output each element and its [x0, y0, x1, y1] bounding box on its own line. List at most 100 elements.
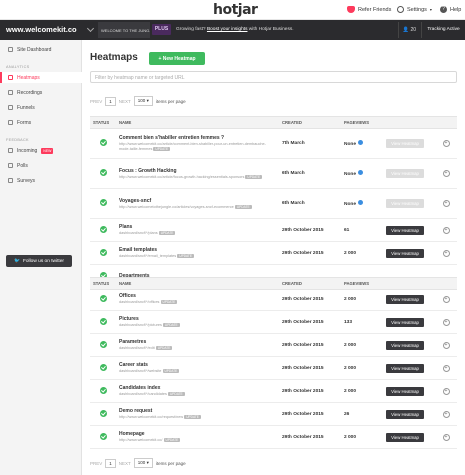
add-circle-icon[interactable]: + [442, 140, 450, 147]
heatmap-name[interactable]: Candidates index [119, 385, 276, 391]
view-heatmap-button[interactable]: View Heatmap [386, 386, 424, 396]
pageviews-column-header[interactable]: PAGEVIEWS [341, 277, 383, 290]
created-column-header[interactable]: CREATED [279, 116, 341, 129]
view-heatmap-button[interactable]: View Heatmap [386, 317, 424, 327]
view-heatmap-button[interactable]: View Heatmap [386, 248, 424, 258]
name-column-header[interactable]: NAME [116, 116, 279, 129]
settings-menu[interactable]: Settings ▾ [397, 6, 432, 13]
sidebar-item-forms[interactable]: Forms [0, 117, 82, 128]
info-icon[interactable] [358, 140, 363, 145]
page-number[interactable]: 1 [105, 458, 116, 468]
table-row[interactable]: Homepage http://www.welcomekit.co/ UPDATE… [90, 425, 457, 449]
more-cell: + [435, 218, 457, 242]
status-column-header[interactable]: STATUS [90, 277, 116, 290]
view-heatmap-button[interactable]: View Heatmap [386, 409, 424, 419]
view-heatmap-button[interactable]: View Heatmap [386, 340, 424, 350]
promo-link[interactable]: Boost your insights [207, 27, 248, 32]
add-circle-icon[interactable]: + [442, 170, 450, 177]
table-row[interactable]: Demo request http://www.welcomekit.co/req… [90, 402, 457, 426]
add-circle-icon[interactable]: + [442, 249, 450, 257]
heatmap-name[interactable]: Focus : Growth Hacking [119, 168, 276, 174]
table-row[interactable]: Offices dashboard/sncf/*/offices UPDATE 29… [90, 287, 457, 311]
view-heatmap-button[interactable]: View Heatmap [386, 169, 424, 178]
update-badge[interactable]: UPDATE [184, 415, 201, 419]
add-circle-icon[interactable]: + [442, 387, 450, 395]
add-circle-icon[interactable]: + [442, 433, 450, 441]
table-row[interactable]: Voyages-sncf http://www.welcometothejungl… [90, 188, 457, 219]
new-heatmap-button[interactable]: + New Heatmap [149, 52, 205, 65]
view-heatmap-button[interactable]: View Heatmap [386, 225, 424, 235]
info-icon[interactable] [358, 200, 363, 205]
heatmap-name[interactable]: Parametres [119, 339, 276, 345]
search-input[interactable]: Filter by heatmap name or targeted URL [90, 71, 457, 83]
sidebar-item-incoming[interactable]: Incoming NEW [0, 145, 82, 156]
update-badge[interactable]: UPDATE [167, 392, 185, 396]
heatmap-name[interactable]: Demo request [119, 408, 276, 414]
help-menu[interactable]: ? Help [440, 6, 461, 13]
update-badge[interactable]: UPDATE [155, 346, 173, 350]
heatmap-name[interactable]: Voyages-sncf [119, 198, 276, 204]
add-circle-icon[interactable]: + [442, 200, 450, 207]
heatmap-name[interactable]: Plans [119, 224, 276, 230]
view-heatmap-button[interactable]: View Heatmap [386, 432, 424, 442]
update-badge[interactable]: UPDATE [177, 254, 194, 258]
table-row[interactable]: Email templates dashboard/sncf/*/email_te… [90, 241, 457, 265]
table-row[interactable]: Plans dashboard/sncf/*/plans UPDATE 29th O… [90, 218, 457, 242]
site-selector[interactable]: www.welcomekit.co [6, 25, 77, 34]
refer-friends-link[interactable]: Refer Friends [347, 6, 391, 13]
heatmap-name[interactable]: Career stats [119, 362, 276, 368]
heatmap-name[interactable]: Offices [119, 293, 276, 299]
update-badge[interactable]: UPDATE [234, 204, 252, 209]
next-button[interactable]: NEXT [119, 99, 131, 104]
sidebar-item-dashboard[interactable]: Site Dashboard [0, 44, 82, 55]
add-circle-icon[interactable]: + [442, 410, 450, 418]
add-circle-icon[interactable]: + [442, 318, 450, 326]
chevron-down-icon[interactable] [86, 24, 95, 33]
table-row[interactable]: Comment bien s'habiller entretien femmes… [90, 128, 457, 159]
update-badge[interactable]: UPDATE [162, 369, 180, 373]
prev-button[interactable]: PREV [90, 99, 102, 104]
view-heatmap-button[interactable]: View Heatmap [386, 199, 424, 208]
view-heatmap-button[interactable]: View Heatmap [386, 294, 424, 304]
next-button[interactable]: NEXT [119, 461, 131, 466]
add-circle-icon[interactable]: + [442, 364, 450, 372]
sidebar-item-funnels[interactable]: Funnels [0, 102, 82, 113]
heatmap-name[interactable]: Email templates [119, 247, 276, 253]
page-number[interactable]: 1 [105, 96, 116, 106]
heatmap-name[interactable]: Comment bien s'habiller entretien femmes… [119, 135, 276, 141]
heatmap-name[interactable]: Pictures [119, 316, 276, 322]
update-badge[interactable]: UPDATE [153, 147, 171, 151]
view-heatmap-button[interactable]: View Heatmap [386, 363, 424, 373]
update-badge[interactable]: UPDATE [163, 438, 181, 442]
name-column-header[interactable]: NAME [116, 277, 279, 290]
sidebar-item-surveys[interactable]: Surveys [0, 175, 82, 186]
update-badge[interactable]: UPDATE [162, 323, 180, 327]
heatmap-name[interactable]: Homepage [119, 431, 276, 437]
table-row[interactable]: Focus : Growth Hacking http://www.welcome… [90, 158, 457, 189]
users-count[interactable]: 👤 20 [398, 22, 420, 38]
table-row[interactable]: Pictures dashboard/sncf/*/pictures UPDATE… [90, 310, 457, 334]
hotjar-logo[interactable]: hotjar [213, 2, 258, 18]
created-column-header[interactable]: CREATED [279, 277, 341, 290]
view-heatmap-button[interactable]: View Heatmap [386, 139, 424, 148]
tracking-status[interactable]: Tracking Active [421, 22, 465, 38]
update-badge[interactable]: UPDATE [158, 231, 176, 235]
per-page-select[interactable]: 100 ▾ [133, 96, 153, 106]
update-badge[interactable]: UPDATE [245, 174, 263, 179]
sidebar-item-heatmaps[interactable]: Heatmaps [0, 72, 82, 83]
add-circle-icon[interactable]: + [442, 341, 450, 349]
status-column-header[interactable]: STATUS [90, 116, 116, 129]
prev-button[interactable]: PREV [90, 461, 102, 466]
table-row[interactable]: Parametres dashboard/sncf/*/edit UPDATE 29… [90, 333, 457, 357]
sidebar-item-polls[interactable]: Polls [0, 160, 82, 171]
twitter-follow-button[interactable]: 🐦 Follow us on twitter [6, 255, 72, 267]
add-circle-icon[interactable]: + [442, 226, 450, 234]
info-icon[interactable] [358, 170, 363, 175]
add-circle-icon[interactable]: + [442, 295, 450, 303]
pageviews-column-header[interactable]: PAGEVIEWS [341, 116, 383, 129]
table-row[interactable]: Candidates index dashboard/sncf/*/candida… [90, 379, 457, 403]
update-badge[interactable]: UPDATE [160, 300, 178, 304]
per-page-select[interactable]: 100 ▾ [133, 458, 153, 468]
sidebar-item-recordings[interactable]: Recordings [0, 87, 82, 98]
table-row[interactable]: Career stats dashboard/sncf/*/website UPD… [90, 356, 457, 380]
